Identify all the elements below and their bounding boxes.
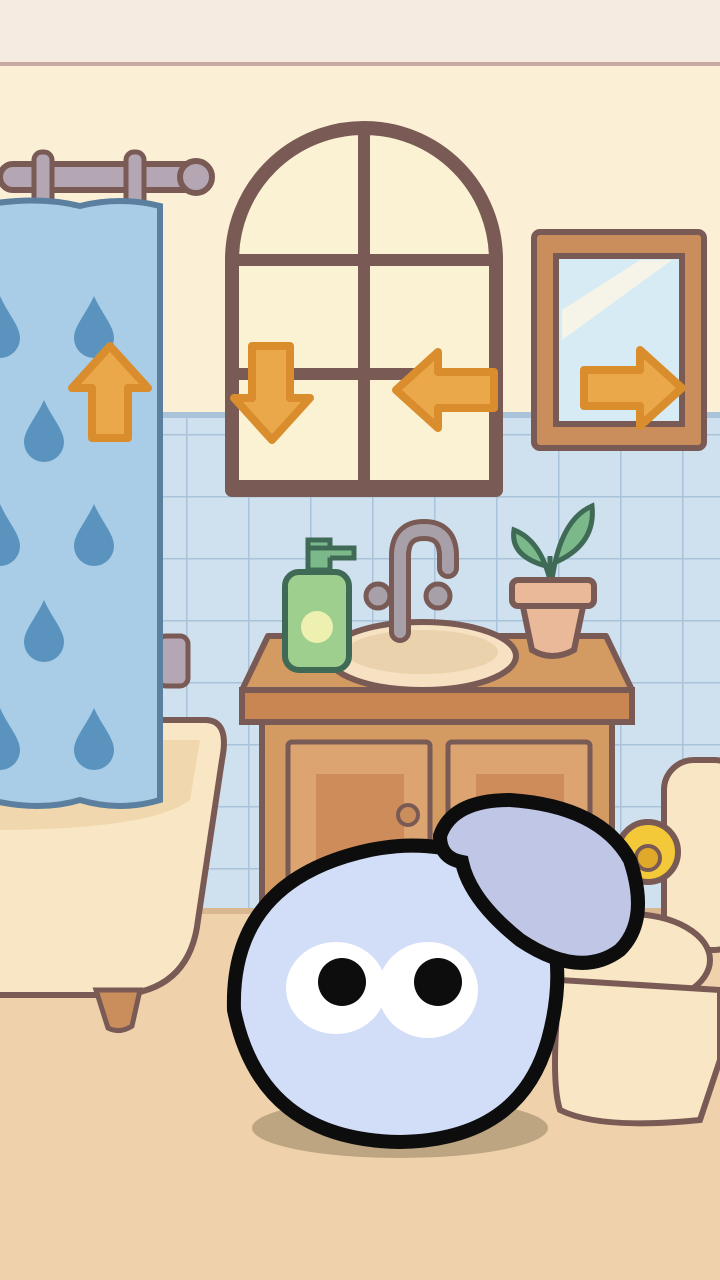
ceiling-band	[0, 0, 720, 64]
left-pupil	[318, 958, 366, 1006]
right-pupil	[414, 958, 462, 1006]
bathroom-scene	[0, 0, 720, 1280]
shower-curtain	[0, 197, 163, 809]
sink	[325, 619, 519, 693]
ceiling-line	[0, 62, 720, 66]
wall-mirror	[531, 229, 707, 451]
